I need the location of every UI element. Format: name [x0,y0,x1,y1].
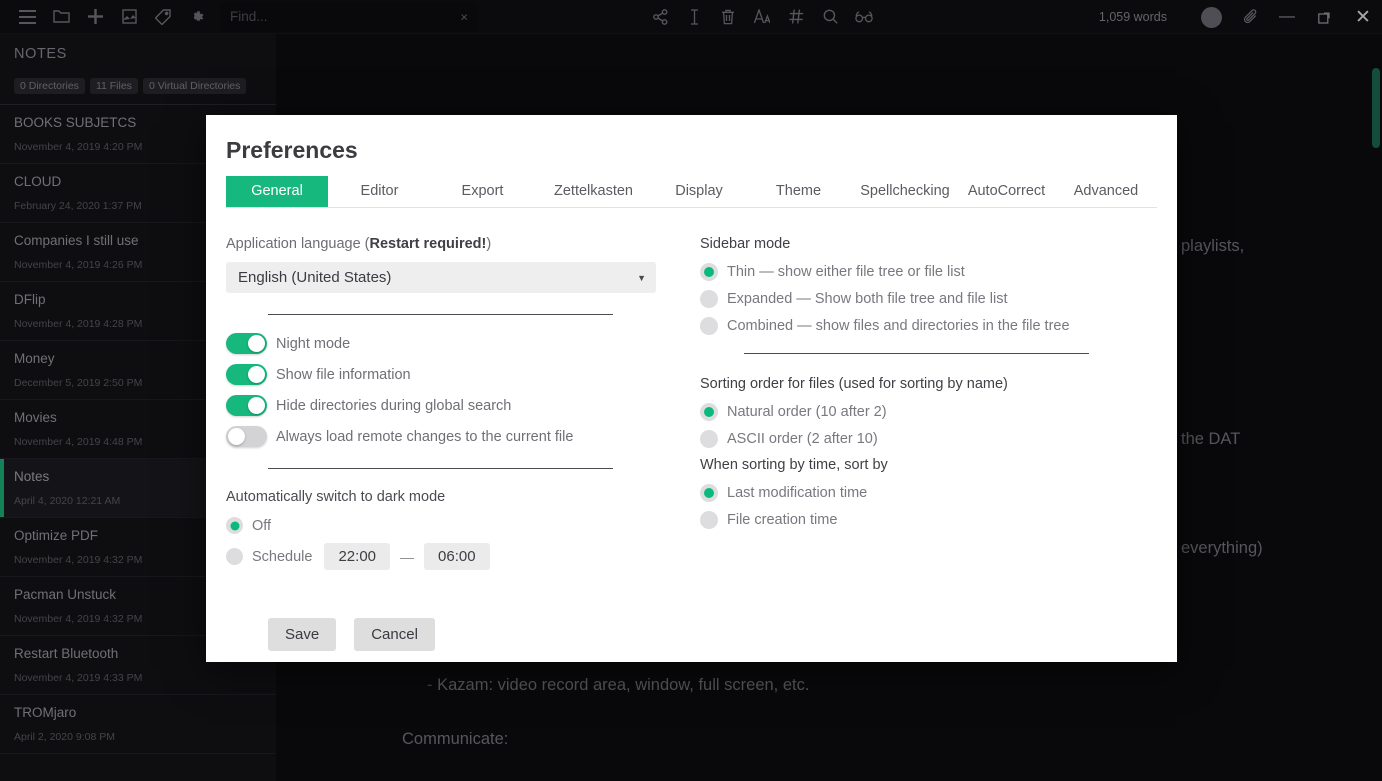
preferences-body: Application language (Restart required!)… [206,208,1177,651]
sidebar-mode-section-title: Sidebar mode [700,236,791,252]
sort-by-time-section-title: When sorting by time, sort by [700,457,888,473]
sorting-order-options: Natural order (10 after 2) ASCII order (2… [700,403,1126,448]
application-language-select[interactable]: English (United States) ▼ [226,262,656,293]
sidebar-mode-option[interactable]: Thin — show either file tree or file lis… [700,263,1126,281]
sidebar-mode-option-label: Combined — show files and directories in… [727,318,1070,334]
right-section-divider [744,353,1089,354]
toggle-label: Show file information [276,366,411,383]
toggle-label: Always load remote changes to the curren… [276,428,574,445]
dark-mode-option-off[interactable]: Off [226,517,676,534]
toggle-knob [228,428,245,445]
cancel-button[interactable]: Cancel [354,618,435,651]
radio-off-icon[interactable] [226,517,243,534]
tab-export[interactable]: Export [431,176,534,207]
radio-schedule-icon[interactable] [226,548,243,565]
radio-button-icon[interactable] [700,511,718,529]
sort-by-time-option[interactable]: File creation time [700,511,1126,529]
application-language-label: Application language (Restart required!) [226,236,676,252]
sidebar-mode-options: Thin — show either file tree or file lis… [700,263,1126,335]
sidebar-mode-option[interactable]: Expanded — Show both file tree and file … [700,290,1126,308]
sorting-order-section-title: Sorting order for files (used for sortin… [700,376,1008,392]
time-range-separator: — [400,548,415,565]
radio-button-icon[interactable] [700,484,718,502]
radio-button-icon[interactable] [700,263,718,281]
toggle-switch-icon[interactable] [226,426,267,447]
dark-mode-start-time-input[interactable]: 22:00 [324,543,391,570]
toggle-switch-icon[interactable] [226,333,267,354]
preferences-left-column: Application language (Restart required!)… [226,236,676,651]
left-section-divider-2 [268,468,613,469]
toggle-switch-icon[interactable] [226,364,267,385]
tab-general[interactable]: General [226,176,328,207]
dialog-actions: Save Cancel [226,618,676,651]
selected-language-value: English (United States) [238,269,392,286]
preferences-dialog: Preferences General Editor Export Zettelkas… [206,115,1177,662]
sort-by-time-option-label: File creation time [727,512,838,528]
dark-mode-off-label: Off [252,517,272,534]
sidebar-mode-option-label: Expanded — Show both file tree and file … [727,291,1008,307]
toggle-label: Hide directories during global search [276,397,512,414]
tab-spellchecking[interactable]: Spellchecking [852,176,958,207]
sort-by-time-option-label: Last modification time [727,485,868,501]
dialog-title: Preferences [226,137,358,163]
preferences-right-column: Sidebar mode Thin — show either file tre… [676,236,1126,651]
left-section-divider-1 [268,314,613,315]
sidebar-mode-option[interactable]: Combined — show files and directories in… [700,317,1126,335]
toggle-label: Night mode [276,335,351,352]
tab-autocorrect[interactable]: AutoCorrect [958,176,1055,207]
sidebar-mode-option-label: Thin — show either file tree or file lis… [727,264,965,280]
dark-mode-option-schedule[interactable]: Schedule 22:00 — 06:00 [226,543,676,570]
language-label-prefix: Application language ( [226,236,370,252]
tab-advanced[interactable]: Advanced [1055,176,1157,207]
tab-display[interactable]: Display [653,176,745,207]
toggle-row[interactable]: Always load remote changes to the curren… [226,426,676,447]
tab-theme[interactable]: Theme [745,176,852,207]
dark-mode-schedule-label: Schedule [252,548,313,565]
radio-button-icon[interactable] [700,403,718,421]
general-toggles-group: Night mode Show file information Hide dire… [226,333,676,447]
toggle-switch-icon[interactable] [226,395,267,416]
tab-editor[interactable]: Editor [328,176,431,207]
application-window: Find... × 1,059 words — ✕ playlists, the… [0,0,1382,781]
chevron-down-icon: ▼ [637,272,646,283]
preferences-tabs: General Editor Export Zettelkasten Display Th… [226,176,1157,208]
sorting-order-option-label: Natural order (10 after 2) [727,404,887,420]
sort-by-time-options: Last modification time File creation time [700,484,1126,529]
toggle-knob [248,397,265,414]
dark-mode-end-time-input[interactable]: 06:00 [424,543,490,570]
toggle-row[interactable]: Hide directories during global search [226,395,676,416]
tab-zettelkasten[interactable]: Zettelkasten [534,176,653,207]
toggle-knob [248,366,265,383]
toggle-row[interactable]: Night mode [226,333,676,354]
radio-button-icon[interactable] [700,290,718,308]
toggle-knob [248,335,265,352]
sorting-order-option[interactable]: Natural order (10 after 2) [700,403,1126,421]
radio-button-icon[interactable] [700,430,718,448]
sorting-order-option[interactable]: ASCII order (2 after 10) [700,430,1126,448]
sort-by-time-option[interactable]: Last modification time [700,484,1126,502]
dark-mode-section-title: Automatically switch to dark mode [226,489,446,505]
save-button[interactable]: Save [268,618,337,651]
language-label-suffix: ) [486,236,492,252]
toggle-row[interactable]: Show file information [226,364,676,385]
sorting-order-option-label: ASCII order (2 after 10) [727,431,878,447]
radio-button-icon[interactable] [700,317,718,335]
restart-required-text: Restart required! [369,236,487,252]
